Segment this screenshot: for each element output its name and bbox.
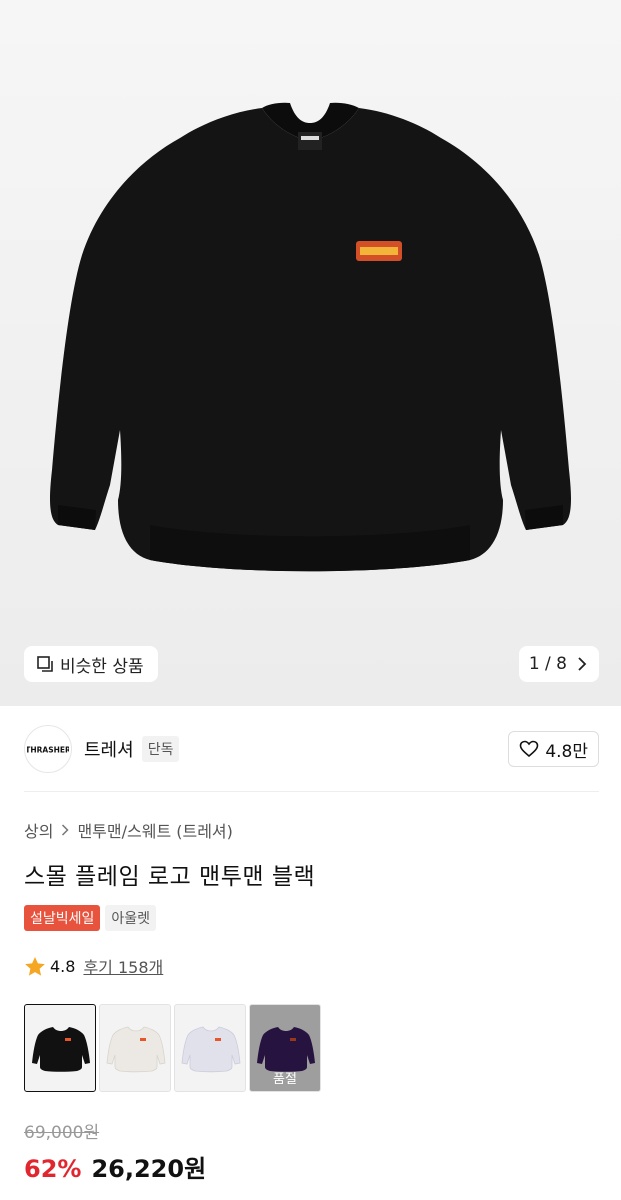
product-tags: 설날빅세일 아울렛 <box>24 905 161 931</box>
image-pager-count: 1 / 8 <box>528 654 567 674</box>
heart-icon <box>520 740 539 758</box>
similar-products-label: 비슷한 상품 <box>60 656 144 677</box>
like-count: 4.8만 <box>545 741 588 762</box>
rating-row: 4.8 후기 158개 <box>24 954 163 978</box>
similar-products-button[interactable]: 비슷한 상품 <box>24 646 158 682</box>
similar-items-icon <box>37 656 53 672</box>
swatch-purple-sold-out[interactable]: 품절 <box>249 1004 321 1092</box>
discount-rate: 62% <box>24 1155 82 1183</box>
brand-logo-wordmark: THRASHER <box>27 746 69 755</box>
star-icon <box>25 956 45 976</box>
divider <box>24 791 599 792</box>
price-row: 62% 26,220원 <box>24 1149 206 1184</box>
color-swatches: 품절 <box>24 1004 324 1092</box>
chevron-right-icon <box>578 657 587 671</box>
rating-score: 4.8 <box>50 956 76 976</box>
product-title: 스몰 플레임 로고 맨투맨 블랙 <box>24 864 316 890</box>
like-button[interactable]: 4.8만 <box>508 731 599 767</box>
sold-out-label: 품절 <box>273 1072 297 1087</box>
original-price: 69,000원 <box>24 1123 100 1143</box>
outlet-tag: 아울렛 <box>105 905 157 931</box>
breadcrumb-category[interactable]: 상의 <box>24 818 53 842</box>
brand-row: THRASHER 트레셔 단독 4.8만 <box>24 724 599 774</box>
chevron-right-icon <box>61 821 70 840</box>
reviews-link[interactable]: 후기 158개 <box>83 954 163 978</box>
sale-tag: 설날빅세일 <box>24 905 101 931</box>
exclusive-badge: 단독 <box>141 736 180 762</box>
brand-name[interactable]: 트레셔 <box>84 736 134 762</box>
swatch-lavender-thumbnail <box>181 1026 241 1073</box>
product-image-gallery[interactable]: 비슷한 상품 1 / 8 <box>0 0 621 706</box>
image-pager-button[interactable]: 1 / 8 <box>518 646 599 682</box>
breadcrumb: 상의 맨투맨/스웨트 (트레셔) <box>24 818 233 842</box>
product-photo-sweatshirt <box>50 102 571 572</box>
svg-text:THRASHER: THRASHER <box>27 746 69 755</box>
swatch-black[interactable] <box>24 1004 96 1092</box>
sale-price: 26,220원 <box>91 1155 207 1183</box>
swatch-white-thumbnail <box>106 1026 166 1073</box>
brand-logo[interactable]: THRASHER <box>24 725 72 773</box>
breadcrumb-subcategory[interactable]: 맨투맨/스웨트 (트레셔) <box>77 818 232 842</box>
swatch-black-thumbnail <box>32 1027 90 1072</box>
swatch-white[interactable] <box>99 1004 171 1092</box>
swatch-lavender[interactable] <box>174 1004 246 1092</box>
